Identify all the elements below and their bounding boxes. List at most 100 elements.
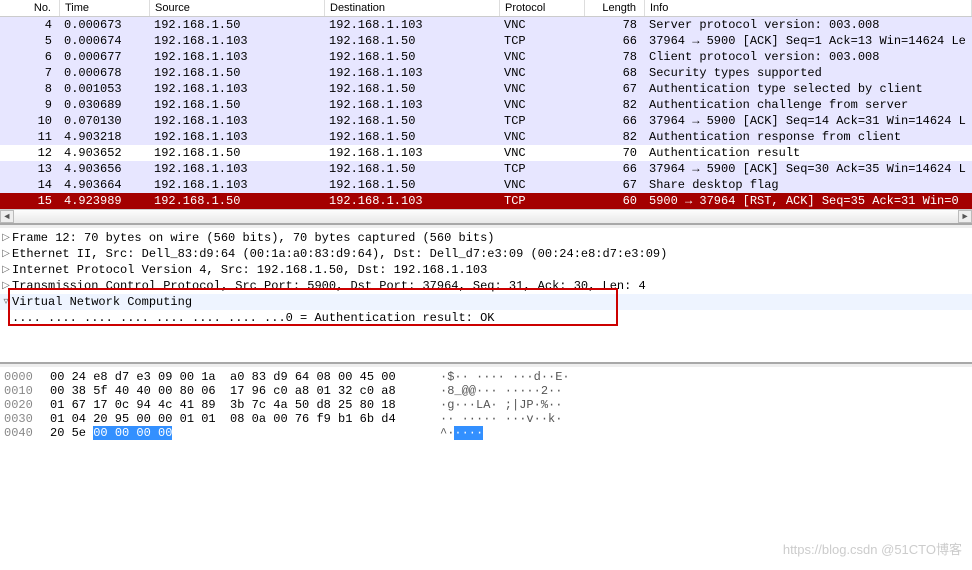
detail-row[interactable]: .... .... .... .... .... .... .... ...0 … bbox=[0, 310, 972, 326]
expand-icon[interactable]: ▿ bbox=[0, 295, 12, 309]
cell-protocol: VNC bbox=[500, 81, 585, 97]
cell-no: 10 bbox=[8, 113, 60, 129]
expand-icon[interactable] bbox=[0, 311, 12, 325]
col-header-info[interactable]: Info bbox=[645, 0, 972, 16]
cell-length: 66 bbox=[585, 33, 645, 49]
cell-no: 9 bbox=[8, 97, 60, 113]
cell-info: Authentication challenge from server bbox=[645, 97, 972, 113]
hex-row[interactable]: 001000 38 5f 40 40 00 80 06 17 96 c0 a8 … bbox=[0, 384, 972, 398]
packet-details-pane[interactable]: ▷Frame 12: 70 bytes on wire (560 bits), … bbox=[0, 228, 972, 364]
cell-info: Authentication type selected by client bbox=[645, 81, 972, 97]
hex-bytes: 01 04 20 95 00 00 01 01 08 0a 00 76 f9 b… bbox=[50, 412, 430, 426]
cell-protocol: VNC bbox=[500, 145, 585, 161]
cell-source: 192.168.1.50 bbox=[150, 145, 325, 161]
cell-source: 192.168.1.103 bbox=[150, 81, 325, 97]
cell-info: Authentication response from client bbox=[645, 129, 972, 145]
cell-time: 4.903656 bbox=[60, 161, 150, 177]
packet-row[interactable]: 50.000674192.168.1.103192.168.1.50TCP663… bbox=[0, 33, 972, 49]
col-header-destination[interactable]: Destination bbox=[325, 0, 500, 16]
cell-destination: 192.168.1.50 bbox=[325, 177, 500, 193]
packet-row[interactable]: 100.070130192.168.1.103192.168.1.50TCP66… bbox=[0, 113, 972, 129]
cell-protocol: VNC bbox=[500, 17, 585, 33]
scroll-right-icon[interactable]: ► bbox=[958, 210, 972, 223]
cell-time: 0.000677 bbox=[60, 49, 150, 65]
cell-info: 37964 → 5900 [ACK] Seq=30 Ack=35 Win=146… bbox=[645, 161, 972, 177]
detail-row[interactable]: ▷Frame 12: 70 bytes on wire (560 bits), … bbox=[0, 230, 972, 246]
cell-no: 8 bbox=[8, 81, 60, 97]
detail-row[interactable]: ▿Virtual Network Computing bbox=[0, 294, 972, 310]
horizontal-scrollbar[interactable]: ◄ ► bbox=[0, 209, 972, 223]
hex-ascii: ·8_@@··· ·····2·· bbox=[430, 384, 562, 398]
hex-offset: 0040 bbox=[0, 426, 50, 440]
cell-time: 0.030689 bbox=[60, 97, 150, 113]
cell-no: 15 bbox=[8, 193, 60, 209]
expand-icon[interactable]: ▷ bbox=[0, 247, 12, 261]
cell-no: 14 bbox=[8, 177, 60, 193]
packet-row[interactable]: 70.000678192.168.1.50192.168.1.103VNC68S… bbox=[0, 65, 972, 81]
expand-icon[interactable]: ▷ bbox=[0, 231, 12, 245]
cell-protocol: TCP bbox=[500, 113, 585, 129]
hex-row[interactable]: 003001 04 20 95 00 00 01 01 08 0a 00 76 … bbox=[0, 412, 972, 426]
detail-row[interactable]: ▷Transmission Control Protocol, Src Port… bbox=[0, 278, 972, 294]
cell-length: 67 bbox=[585, 81, 645, 97]
cell-length: 68 bbox=[585, 65, 645, 81]
cell-length: 60 bbox=[585, 193, 645, 209]
hex-row[interactable]: 000000 24 e8 d7 e3 09 00 1a a0 83 d9 64 … bbox=[0, 370, 972, 384]
detail-text: Transmission Control Protocol, Src Port:… bbox=[12, 279, 646, 293]
cell-time: 0.000674 bbox=[60, 33, 150, 49]
cell-length: 70 bbox=[585, 145, 645, 161]
packet-bytes-pane[interactable]: 000000 24 e8 d7 e3 09 00 1a a0 83 d9 64 … bbox=[0, 367, 972, 443]
expand-icon[interactable]: ▷ bbox=[0, 263, 12, 277]
hex-offset: 0020 bbox=[0, 398, 50, 412]
cell-source: 192.168.1.103 bbox=[150, 129, 325, 145]
cell-time: 4.903218 bbox=[60, 129, 150, 145]
cell-source: 192.168.1.103 bbox=[150, 177, 325, 193]
cell-destination: 192.168.1.50 bbox=[325, 33, 500, 49]
cell-destination: 192.168.1.50 bbox=[325, 129, 500, 145]
cell-destination: 192.168.1.103 bbox=[325, 17, 500, 33]
col-header-source[interactable]: Source bbox=[150, 0, 325, 16]
scroll-left-icon[interactable]: ◄ bbox=[0, 210, 14, 223]
hex-row[interactable]: 004020 5e 00 00 00 00^····· bbox=[0, 426, 972, 440]
packet-list-header[interactable]: No. Time Source Destination Protocol Len… bbox=[0, 0, 972, 17]
hex-ascii: ^····· bbox=[430, 426, 483, 440]
cell-time: 0.000678 bbox=[60, 65, 150, 81]
cell-info: Authentication result bbox=[645, 145, 972, 161]
cell-time: 0.070130 bbox=[60, 113, 150, 129]
packet-row[interactable]: 40.000673192.168.1.50192.168.1.103VNC78S… bbox=[0, 17, 972, 33]
cell-destination: 192.168.1.103 bbox=[325, 145, 500, 161]
cell-length: 66 bbox=[585, 113, 645, 129]
cell-protocol: TCP bbox=[500, 193, 585, 209]
cell-length: 82 bbox=[585, 97, 645, 113]
cell-protocol: VNC bbox=[500, 49, 585, 65]
col-header-no[interactable]: No. bbox=[0, 0, 60, 16]
detail-text: Internet Protocol Version 4, Src: 192.16… bbox=[12, 263, 487, 277]
packet-row[interactable]: 124.903652192.168.1.50192.168.1.103VNC70… bbox=[0, 145, 972, 161]
hex-row[interactable]: 002001 67 17 0c 94 4c 41 89 3b 7c 4a 50 … bbox=[0, 398, 972, 412]
cell-protocol: TCP bbox=[500, 33, 585, 49]
packet-row[interactable]: 60.000677192.168.1.103192.168.1.50VNC78C… bbox=[0, 49, 972, 65]
packet-row[interactable]: 154.923989192.168.1.50192.168.1.103TCP60… bbox=[0, 193, 972, 209]
cell-protocol: VNC bbox=[500, 177, 585, 193]
packet-row[interactable]: 114.903218192.168.1.103192.168.1.50VNC82… bbox=[0, 129, 972, 145]
cell-destination: 192.168.1.103 bbox=[325, 193, 500, 209]
cell-length: 78 bbox=[585, 49, 645, 65]
col-header-protocol[interactable]: Protocol bbox=[500, 0, 585, 16]
detail-row[interactable]: ▷Ethernet II, Src: Dell_83:d9:64 (00:1a:… bbox=[0, 246, 972, 262]
hex-offset: 0010 bbox=[0, 384, 50, 398]
col-header-length[interactable]: Length bbox=[585, 0, 645, 16]
packet-row[interactable]: 90.030689192.168.1.50192.168.1.103VNC82A… bbox=[0, 97, 972, 113]
packet-row[interactable]: 134.903656192.168.1.103192.168.1.50TCP66… bbox=[0, 161, 972, 177]
cell-info: Client protocol version: 003.008 bbox=[645, 49, 972, 65]
detail-text: .... .... .... .... .... .... .... ...0 … bbox=[12, 311, 494, 325]
cell-no: 7 bbox=[8, 65, 60, 81]
packet-row[interactable]: 80.001053192.168.1.103192.168.1.50VNC67A… bbox=[0, 81, 972, 97]
col-header-time[interactable]: Time bbox=[60, 0, 150, 16]
expand-icon[interactable]: ▷ bbox=[0, 279, 12, 293]
detail-row[interactable]: ▷Internet Protocol Version 4, Src: 192.1… bbox=[0, 262, 972, 278]
hex-bytes: 00 38 5f 40 40 00 80 06 17 96 c0 a8 01 3… bbox=[50, 384, 430, 398]
packet-row[interactable]: 144.903664192.168.1.103192.168.1.50VNC67… bbox=[0, 177, 972, 193]
cell-no: 4 bbox=[8, 17, 60, 33]
cell-info: Share desktop flag bbox=[645, 177, 972, 193]
cell-protocol: VNC bbox=[500, 129, 585, 145]
